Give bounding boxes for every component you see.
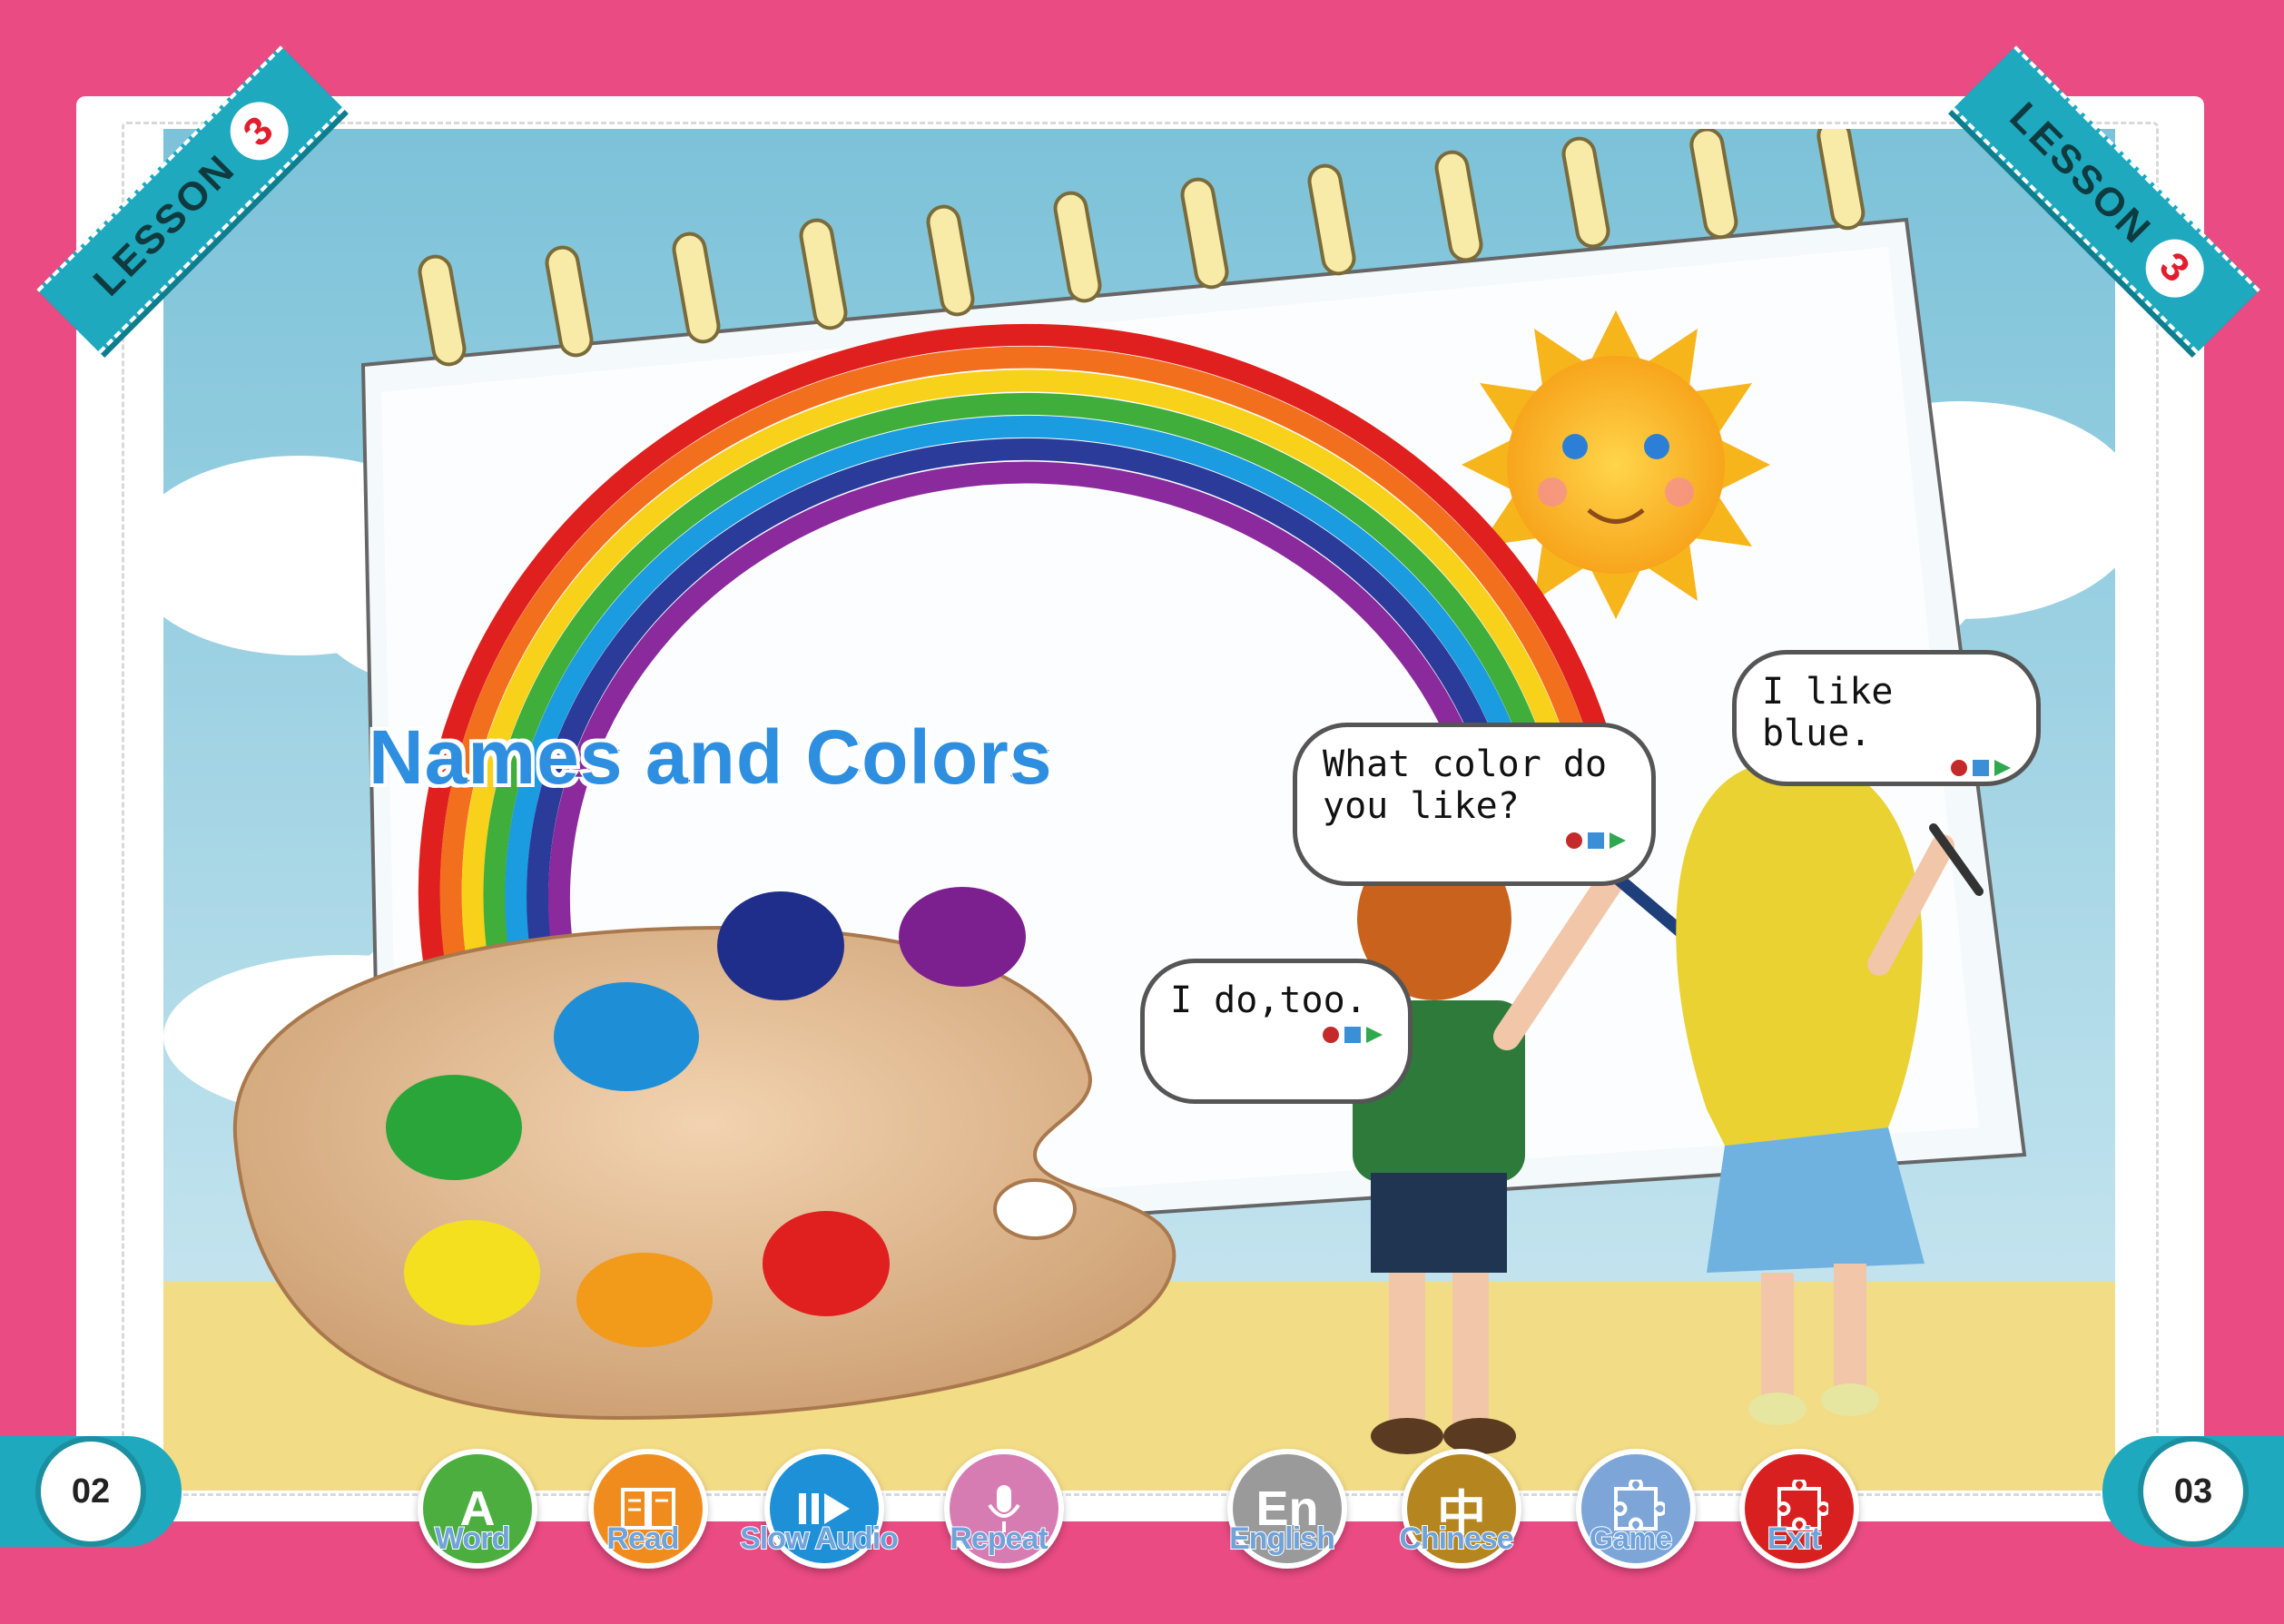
play-icon[interactable] [1366,1027,1383,1043]
illustration-scene [163,129,2115,1491]
exit-label: Exit [1767,1521,1822,1557]
page-number-left-circle: 02 [35,1436,146,1547]
speech-bubble-blue: I like blue. [1732,650,2041,786]
page-number-right-circle: 03 [2138,1436,2249,1547]
stop-icon[interactable] [1588,832,1604,849]
book-page: Names and Colors What color do you like?… [76,96,2204,1521]
speech-bubble-question: What color do you like? [1293,723,1656,886]
bubble-too-text: I do,too. [1170,979,1367,1021]
scene-art [163,129,2115,1491]
page-number-left[interactable]: 02 [0,1436,182,1547]
word-label: Word [434,1521,511,1557]
record-icon[interactable] [1566,832,1582,849]
bubble-controls [1170,1027,1383,1043]
lesson-number: 3 [218,89,301,172]
english-label: English [1228,1521,1336,1557]
repeat-label: Repeat [949,1521,1048,1557]
play-icon[interactable] [1610,832,1626,849]
chinese-label: Chinese [1398,1521,1514,1557]
record-icon[interactable] [1323,1027,1339,1043]
play-icon[interactable] [1994,760,2011,776]
slow-audio-label: Slow Audio [739,1521,900,1557]
bubble-controls [1323,832,1626,849]
bubble-question-text: What color do you like? [1323,743,1608,827]
page-title: Names and Colors [367,713,1054,802]
read-label: Read [605,1521,680,1557]
stop-icon[interactable] [1344,1027,1361,1043]
lesson-number: 3 [2133,227,2217,310]
bubble-blue-text: I like blue. [1762,671,1894,754]
stop-icon[interactable] [1973,760,1989,776]
speech-bubble-too: I do,too. [1140,959,1413,1104]
page-number-right[interactable]: 03 [2102,1436,2284,1547]
record-icon[interactable] [1951,760,1967,776]
bubble-controls [1762,760,2011,776]
